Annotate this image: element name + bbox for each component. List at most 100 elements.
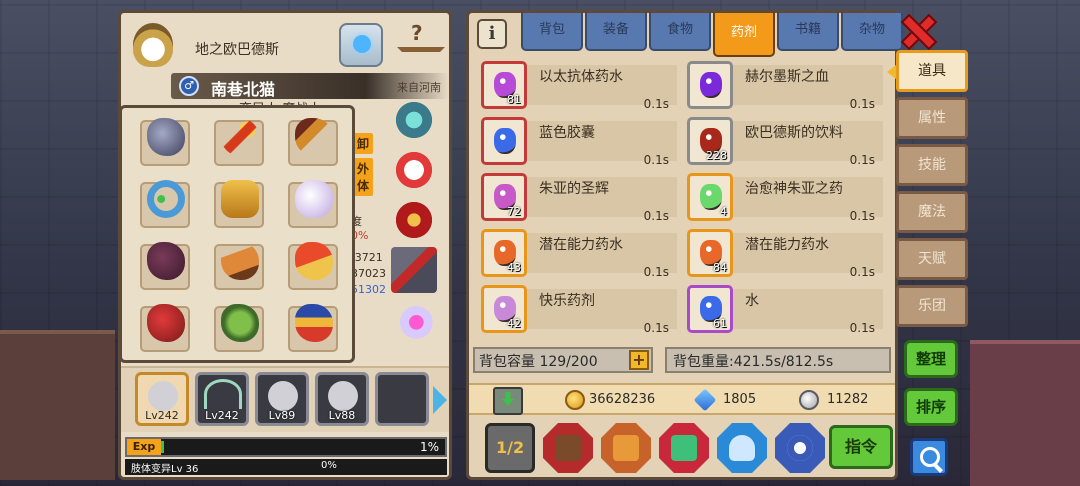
sort-button[interactable]: 排序 [904, 388, 958, 426]
inventory-item[interactable]: 4 治愈神朱亚之药 0.1s [683, 173, 883, 223]
inventory-item[interactable]: 蓝色胶囊 0.1s [477, 117, 677, 167]
item-weight: 0.1s [643, 321, 669, 335]
item-icon-frame: 43 [481, 229, 527, 277]
organize-button[interactable]: 整理 [904, 340, 958, 378]
item-icon-frame: 72 [481, 173, 527, 221]
side-tag[interactable]: 外体 [353, 158, 373, 196]
diamond-icon [693, 388, 717, 412]
inventory-item[interactable]: 228 欧巴德斯的饮料 0.1s [683, 117, 883, 167]
item-name: 水 [745, 293, 759, 309]
side-tab-magic[interactable]: 魔法 [896, 191, 968, 233]
bag-weight-label: 背包重量:421.5s/812.5s [673, 354, 834, 370]
equipment-slot[interactable] [140, 242, 190, 290]
ring-icon[interactable] [775, 423, 825, 473]
flask-icon[interactable] [717, 423, 767, 473]
tab-food[interactable]: 食物 [649, 13, 711, 51]
close-icon[interactable] [900, 12, 934, 46]
inventory-item[interactable]: 84 潜在能力药水 0.1s [683, 229, 883, 279]
download-icon[interactable] [493, 387, 523, 415]
equipment-slot[interactable] [288, 242, 338, 290]
item-weight: 0.1s [849, 153, 875, 167]
inventory-item[interactable]: 43 潜在能力药水 0.1s [477, 229, 677, 279]
side-tab-skills[interactable]: 技能 [896, 144, 968, 186]
inventory-item[interactable]: 赫尔墨斯之血 0.1s [683, 61, 883, 111]
item-weight: 0.1s [849, 209, 875, 223]
green-book-icon[interactable] [659, 423, 709, 473]
tab-backpack[interactable]: 背包 [521, 13, 583, 51]
party-avatar [204, 379, 242, 409]
search-icon[interactable] [910, 438, 948, 476]
silver-amount: 11282 [827, 392, 869, 407]
side-tab-talent[interactable]: 天赋 [896, 238, 968, 280]
white-gloves-icon [295, 180, 333, 218]
exp-fill [161, 441, 164, 453]
party-member-slot[interactable]: Lv88 [315, 372, 369, 426]
backpack-icon[interactable] [601, 423, 651, 473]
inventory-item[interactable]: 72 朱亚的圣辉 0.1s [477, 173, 677, 223]
side-tab-attributes[interactable]: 属性 [896, 97, 968, 139]
item-name: 潜在能力药水 [539, 237, 623, 253]
tab-equipment[interactable]: 装备 [585, 13, 647, 51]
bag-capacity: 背包容量 129/200 + [473, 347, 653, 373]
equipment-slot[interactable] [140, 304, 190, 352]
equipment-slot[interactable] [140, 118, 190, 166]
equipment-slot[interactable] [214, 242, 264, 290]
expand-bag-button[interactable]: + [629, 350, 649, 370]
party-avatar [328, 381, 358, 411]
exp-bar: Exp 1% [125, 437, 447, 457]
equipment-slot[interactable] [140, 180, 190, 228]
treasure-relic-icon[interactable] [391, 197, 437, 243]
inventory-item[interactable]: 61 水 0.1s [683, 285, 883, 335]
character-name-bar: ♂ 南巷北猫 来自河南 [171, 73, 449, 99]
wardrobe-hanger-icon[interactable]: ? [395, 21, 447, 67]
character-header: 地之欧巴德斯 ? [127, 19, 445, 73]
page-toggle-icon[interactable] [485, 423, 535, 473]
item-name: 快乐药剂 [539, 293, 595, 309]
stone-block-icon[interactable] [391, 247, 437, 293]
golden-armor-icon [221, 180, 259, 218]
pink-crystal-icon[interactable] [391, 297, 437, 343]
party-member-slot[interactable]: Lv242 [135, 372, 189, 426]
equipment-slot[interactable] [288, 304, 338, 352]
equipment-slot[interactable] [214, 180, 264, 228]
winged-helmet-icon [221, 304, 259, 342]
equipment-slot[interactable] [288, 180, 338, 228]
treasure-chest-icon[interactable] [543, 423, 593, 473]
party-member-slot-empty[interactable] [375, 372, 429, 426]
sapphire-ring-icon [147, 180, 185, 218]
inventory-item[interactable]: 81 以太抗体药水 0.1s [477, 61, 677, 111]
exp-percent: 1% [419, 440, 439, 454]
item-name: 赫尔墨斯之血 [745, 69, 829, 85]
side-tab-band[interactable]: 乐团 [896, 285, 968, 327]
info-button[interactable]: i [477, 19, 507, 49]
party-member-slot[interactable]: Lv242 [195, 372, 249, 426]
crystal-amulet-icon[interactable] [391, 97, 437, 143]
inventory-item[interactable]: 42 快乐药剂 0.1s [477, 285, 677, 335]
tab-misc[interactable]: 杂物 [841, 13, 903, 51]
tab-books[interactable]: 书籍 [777, 13, 839, 51]
side-tag[interactable]: 卸 [353, 133, 373, 154]
flower-charm-icon[interactable] [391, 147, 437, 193]
equipment-slot[interactable] [288, 118, 338, 166]
tab-potions[interactable]: 药剂 [713, 13, 775, 57]
stat-fragment: /3721 [351, 251, 383, 264]
party-avatar [148, 381, 178, 411]
character-panel: 地之欧巴德斯 ? ♂ 南巷北猫 来自河南 变异人 魔战士 卸 外体 度 0% /… [118, 10, 452, 480]
party-member-slot[interactable]: Lv89 [255, 372, 309, 426]
bottom-action-bar: 指令 [477, 423, 897, 477]
mutation-level: 肢体变异Lv 36 [131, 464, 199, 475]
party-member-level: Lv89 [268, 409, 296, 422]
party-next-arrow-icon[interactable] [433, 386, 447, 414]
item-icon-frame: 228 [687, 117, 733, 165]
side-tab-items[interactable]: 道具 [887, 50, 968, 92]
race-emblem-icon [133, 23, 173, 67]
teleport-orb-icon[interactable] [339, 23, 383, 67]
item-icon-frame: 61 [687, 285, 733, 333]
equipment-slot[interactable] [214, 304, 264, 352]
royal-armor-icon [295, 304, 333, 342]
item-count: 81 [507, 93, 521, 106]
equipment-slot[interactable] [214, 118, 264, 166]
party-avatar [268, 381, 298, 411]
item-count: 228 [706, 149, 727, 162]
command-button[interactable]: 指令 [829, 425, 893, 469]
